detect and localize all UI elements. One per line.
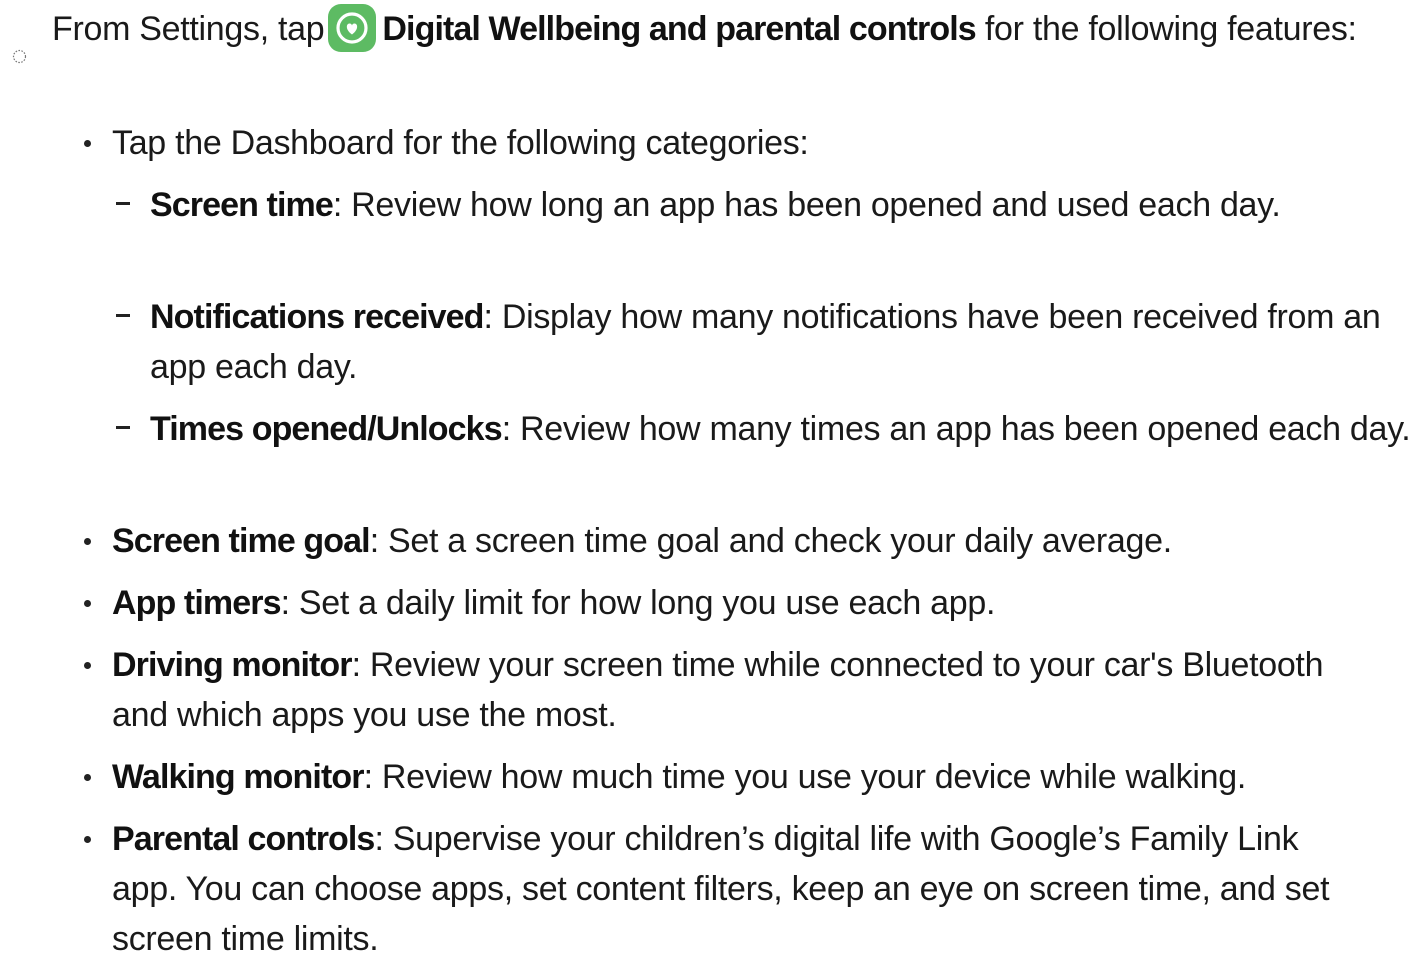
feature-term: Screen time goal xyxy=(112,522,371,560)
feature-desc: : Set a daily limit for how long you use… xyxy=(280,584,996,622)
bullet-icon xyxy=(84,662,91,669)
feature-term: Driving monitor xyxy=(112,646,353,684)
bullet-icon xyxy=(84,600,91,607)
feature-term: Walking monitor xyxy=(112,758,364,796)
category-desc: : Review how long an app has been opened… xyxy=(332,186,1281,224)
bullet-icon xyxy=(84,140,91,147)
bullet-icon xyxy=(84,774,91,781)
step-marker-icon xyxy=(12,28,27,64)
bullet-icon xyxy=(84,836,91,843)
dash-icon xyxy=(116,314,130,317)
dash-icon xyxy=(116,202,130,205)
category-term: Screen time xyxy=(150,186,334,224)
feature-desc: : Set a screen time goal and check your … xyxy=(369,522,1172,560)
dash-icon xyxy=(116,426,130,429)
step-prefix: From Settings, tap xyxy=(52,10,325,48)
step-text: From Settings, tap Digital Wellbeing and… xyxy=(52,4,1405,54)
bullet-icon xyxy=(84,538,91,545)
category-term: Times opened/Unlocks xyxy=(150,410,503,448)
digital-wellbeing-icon xyxy=(328,4,377,52)
dashboard-intro: Tap the Dashboard for the following cate… xyxy=(112,124,809,162)
category-term: Notifications received xyxy=(150,298,484,336)
feature-term: Parental controls xyxy=(112,820,375,858)
feature-term: App timers xyxy=(112,584,281,622)
step-suffix: for the following features: xyxy=(975,10,1357,48)
category-desc: : Review how many times an app has been … xyxy=(501,410,1411,448)
feature-desc: : Review how much time you use your devi… xyxy=(363,758,1247,796)
app-name: Digital Wellbeing and parental controls xyxy=(382,10,976,48)
